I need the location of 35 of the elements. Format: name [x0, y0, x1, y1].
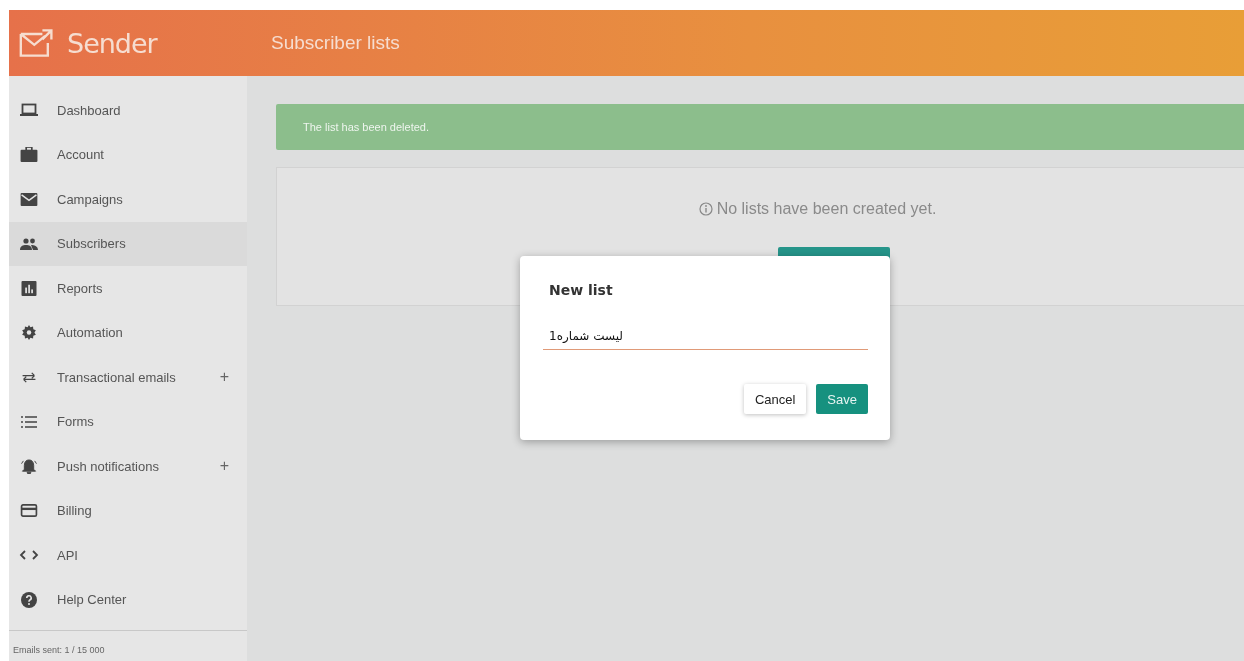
save-button[interactable]: Save: [816, 384, 868, 414]
briefcase-icon: [19, 147, 39, 163]
empty-state-message: No lists have been created yet.: [716, 200, 937, 218]
bell-icon: [19, 458, 39, 474]
list-icon: [19, 415, 39, 428]
expand-toggle[interactable]: +: [219, 457, 229, 476]
credit-card-icon: [19, 504, 39, 518]
nav-item[interactable]: Forms: [9, 399, 247, 444]
mail-icon: [19, 192, 39, 206]
alert-message: The list has been deleted.: [303, 121, 429, 133]
expand-toggle[interactable]: +: [219, 368, 229, 387]
cancel-button[interactable]: Cancel: [743, 384, 807, 414]
people-icon: [19, 237, 39, 250]
dialog-title: New list: [548, 282, 614, 298]
nav-item[interactable]: Campaigns: [9, 177, 247, 222]
page-title: Subscriber lists: [270, 32, 400, 54]
settings-icon: [19, 325, 39, 341]
nav-item[interactable]: Billing: [9, 488, 247, 533]
nav-item[interactable]: Dashboard: [9, 88, 247, 133]
laptop-icon: [19, 103, 39, 118]
help-icon: [19, 591, 39, 608]
nav-item[interactable]: Reports: [9, 266, 247, 311]
nav-item[interactable]: Account: [9, 132, 247, 177]
bar-chart-icon: [19, 280, 39, 296]
nav-item[interactable]: Automation: [9, 310, 247, 355]
info-icon: [698, 202, 713, 216]
brand-name: Sender: [67, 27, 157, 59]
nav-item[interactable]: Subscribers: [9, 221, 247, 266]
nav-item[interactable]: API: [9, 533, 247, 578]
code-icon: [19, 550, 39, 561]
nav-item[interactable]: Transactional emails +: [9, 355, 247, 400]
nav-item[interactable]: Help Center: [9, 577, 247, 622]
nav-item[interactable]: Push notifications +: [9, 444, 247, 489]
emails-sent-counter: Emails sent: 1 / 15 000: [13, 645, 105, 655]
envelope-logo-icon: [19, 28, 55, 58]
